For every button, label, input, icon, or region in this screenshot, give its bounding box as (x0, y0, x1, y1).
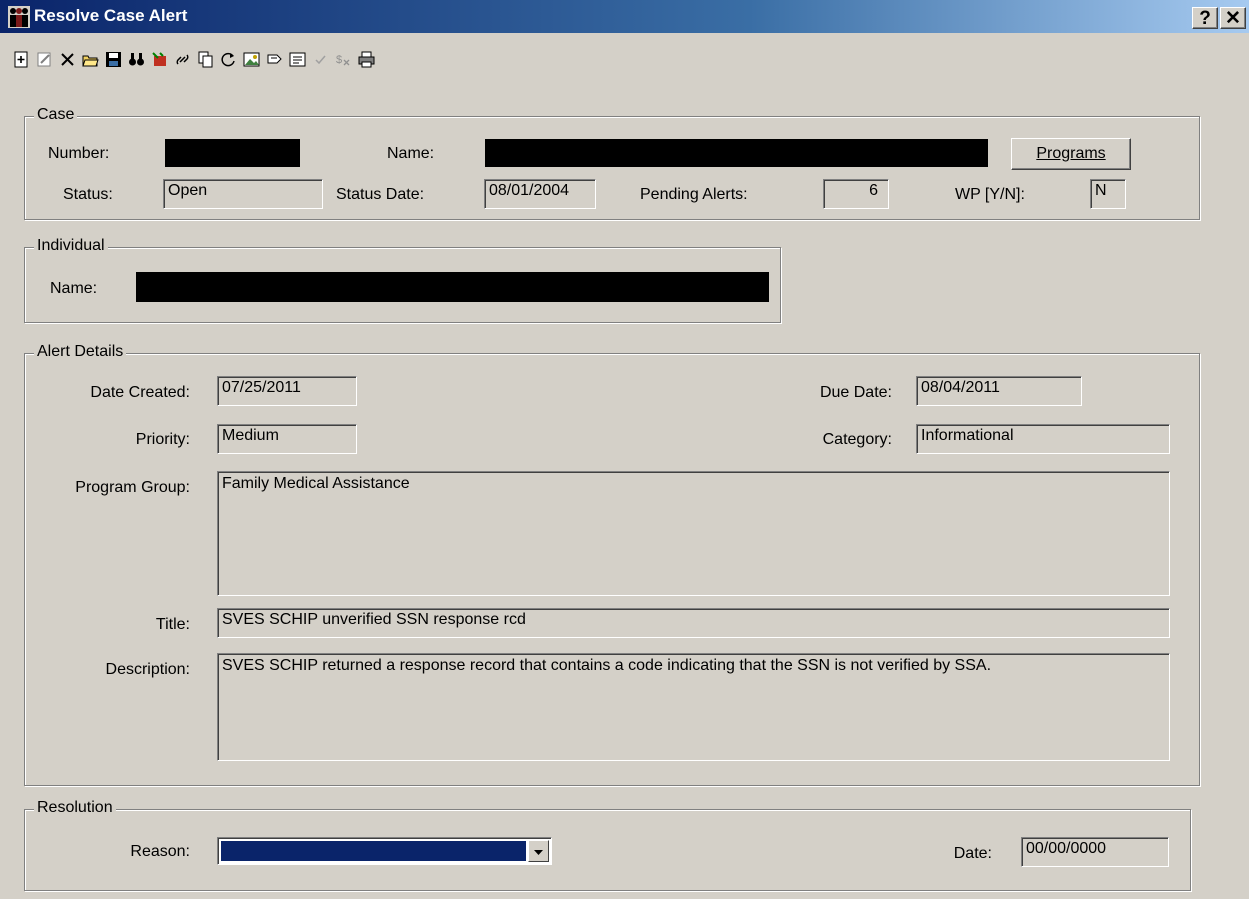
find-binoculars-icon[interactable] (125, 48, 147, 70)
currency-icon[interactable]: $ (332, 48, 354, 70)
refresh-icon[interactable] (217, 48, 239, 70)
edit-icon[interactable] (33, 48, 55, 70)
reason-dropdown-button[interactable] (528, 840, 549, 862)
resolution-date-field[interactable]: 00/00/0000 (1021, 837, 1169, 867)
new-icon[interactable] (10, 48, 32, 70)
link-icon[interactable] (171, 48, 193, 70)
wp-label: WP [Y/N]: (955, 186, 1025, 203)
description-label: Description: (105, 661, 190, 678)
close-button[interactable]: ✕ (1220, 7, 1246, 29)
resolution-legend: Resolution (34, 799, 116, 817)
wp-field[interactable]: N (1090, 179, 1126, 209)
tools-icon[interactable] (148, 48, 170, 70)
case-number-field[interactable] (165, 139, 300, 167)
pending-alerts-label: Pending Alerts: (640, 186, 748, 203)
due-date-label: Due Date: (819, 384, 892, 401)
priority-label: Priority: (135, 431, 190, 448)
date-created-label: Date Created: (90, 384, 190, 401)
description-field[interactable]: SVES SCHIP returned a response record th… (217, 653, 1170, 761)
reason-selected-value (221, 841, 526, 861)
priority-field[interactable]: Medium (217, 424, 357, 454)
case-status-field[interactable]: Open (163, 179, 323, 209)
due-date-field[interactable]: 08/04/2011 (916, 376, 1082, 406)
resolution-group: Resolution (24, 799, 1191, 891)
delete-icon[interactable] (56, 48, 78, 70)
title-bar: Resolve Case Alert ? ✕ (0, 0, 1249, 33)
case-legend: Case (34, 106, 78, 124)
individual-name-label: Name: (50, 280, 98, 297)
svg-text:$: $ (336, 54, 342, 66)
status-date-field[interactable]: 08/01/2004 (484, 179, 596, 209)
copy-icon[interactable] (194, 48, 216, 70)
open-folder-icon[interactable] (79, 48, 101, 70)
case-name-label: Name: (387, 145, 435, 162)
print-icon[interactable] (355, 48, 377, 70)
case-name-field[interactable] (485, 139, 988, 167)
title-field[interactable]: SVES SCHIP unverified SSN response rcd (217, 608, 1170, 638)
window-title: Resolve Case Alert (34, 6, 188, 25)
flip-icon[interactable] (263, 48, 285, 70)
form-icon[interactable] (286, 48, 308, 70)
help-button[interactable]: ? (1192, 7, 1218, 29)
programs-label: Programs (1036, 145, 1106, 162)
case-number-label: Number: (48, 145, 110, 162)
title-label: Title: (155, 616, 190, 633)
individual-name-field[interactable] (136, 272, 769, 302)
program-group-label: Program Group: (75, 479, 190, 496)
date-created-field[interactable]: 07/25/2011 (217, 376, 357, 406)
reason-select[interactable] (217, 837, 552, 865)
status-date-label: Status Date: (336, 186, 425, 203)
alert-details-legend: Alert Details (34, 343, 127, 361)
pending-alerts-field[interactable]: 6 (823, 179, 889, 209)
people-app-icon (8, 6, 30, 28)
case-status-label: Status: (63, 186, 113, 203)
category-label: Category: (822, 431, 892, 448)
reason-label: Reason: (130, 843, 190, 860)
check-icon[interactable] (309, 48, 331, 70)
chevron-down-icon (534, 850, 543, 855)
programs-button[interactable]: Programs (1011, 138, 1131, 170)
save-icon[interactable] (102, 48, 124, 70)
program-group-field[interactable]: Family Medical Assistance (217, 471, 1170, 596)
individual-legend: Individual (34, 237, 108, 255)
category-field[interactable]: Informational (916, 424, 1170, 454)
resolution-date-label: Date: (953, 845, 992, 862)
image-icon[interactable] (240, 48, 262, 70)
